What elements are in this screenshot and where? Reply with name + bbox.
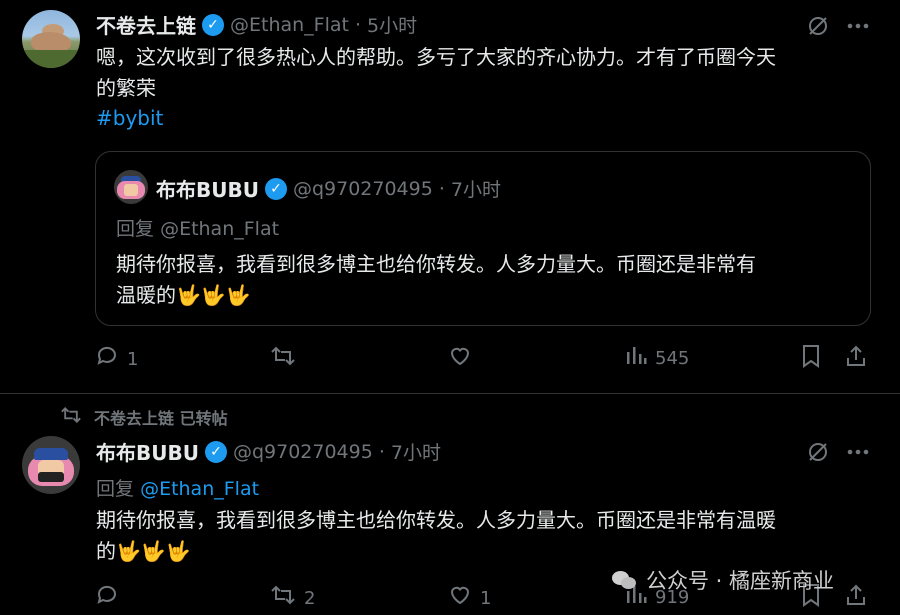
repost-icon [270, 583, 296, 613]
watermark-text: 公众号 · 橘座新商业 [646, 569, 835, 593]
tweet-text-line: 的🤟🤟🤟 [96, 539, 191, 563]
reply-button[interactable] [95, 583, 127, 613]
avatar[interactable] [22, 10, 80, 68]
like-button[interactable] [448, 344, 480, 374]
divider [0, 393, 900, 394]
hashtag-link[interactable]: #bybit [96, 106, 163, 130]
author-handle[interactable]: @q970270495 [233, 441, 373, 463]
author-name[interactable]: 布布BUBU [96, 437, 199, 466]
tweet-text: 期待你报喜，我看到很多博主也给你转发。人多力量大。币圈还是非常有温暖 的🤟🤟🤟 [96, 505, 776, 567]
separator-dot: · [354, 13, 362, 36]
wechat-icon [612, 569, 638, 591]
like-count: 1 [480, 587, 492, 609]
repost-icon [270, 344, 296, 374]
quoted-text: 期待你报喜，我看到很多博主也给你转发。人多力量大。币圈还是非常有 温暖的🤟🤟🤟 [116, 249, 756, 311]
retweet-banner-text: 不卷去上链 已转帖 [94, 409, 228, 428]
reply-prefix: 回复 [116, 218, 155, 240]
separator-dot: · [378, 440, 385, 463]
grok-icon[interactable] [802, 10, 834, 42]
retweet-banner[interactable]: 不卷去上链 已转帖 [60, 405, 228, 429]
tweet-actions: 1 545 [95, 344, 870, 376]
verified-badge-icon: ✓ [202, 13, 224, 36]
quoted-text-line: 期待你报喜，我看到很多博主也给你转发。人多力量大。币圈还是非常有 [116, 252, 756, 276]
author-name[interactable]: 不卷去上链 [96, 10, 196, 39]
author-handle[interactable]: @Ethan_Flat [230, 14, 349, 36]
tweet-header: 不卷去上链 ✓ @Ethan_Flat · 5小时 [96, 10, 417, 39]
more-icon[interactable] [842, 10, 874, 42]
share-button[interactable] [845, 344, 867, 374]
views-count: 545 [655, 347, 690, 369]
reply-to: 回复 @Ethan_Flat [96, 474, 259, 501]
bookmark-button[interactable] [800, 344, 822, 374]
verified-badge-icon: ✓ [204, 440, 227, 463]
repost-button[interactable]: 2 [270, 583, 315, 613]
views-button[interactable]: 545 [625, 344, 689, 372]
tweet-text-line: 的繁荣 [96, 76, 156, 100]
repost-button[interactable] [270, 344, 304, 374]
reply-prefix: 回复 [96, 478, 135, 500]
tweet-text-line: 嗯，这次收到了很多热心人的帮助。多亏了大家的齐心协力。才有了币圈今天 [96, 45, 776, 69]
quoted-avatar[interactable] [114, 170, 148, 204]
timestamp[interactable]: 7小时 [391, 438, 441, 465]
share-icon [845, 344, 867, 374]
share-button[interactable] [845, 583, 867, 613]
more-icon[interactable] [842, 436, 874, 468]
quoted-reply-to: 回复 @Ethan_Flat [116, 214, 279, 241]
watermark: 公众号 · 橘座新商业 [612, 565, 834, 595]
bookmark-icon [800, 344, 822, 374]
repost-count: 2 [304, 587, 316, 609]
reply-mention: @Ethan_Flat [160, 218, 280, 240]
reply-button[interactable]: 1 [95, 344, 138, 374]
views-icon [625, 344, 647, 372]
quoted-author-handle: @q970270495 [292, 177, 433, 200]
tweet-header: 布布BUBU ✓ @q970270495 · 7小时 [96, 437, 441, 466]
timestamp[interactable]: 5小时 [367, 11, 417, 38]
like-icon [448, 583, 472, 613]
reply-mention[interactable]: @Ethan_Flat [140, 478, 259, 500]
share-icon [845, 583, 867, 613]
separator-dot: · [438, 177, 445, 200]
reply-count: 1 [127, 348, 139, 370]
like-button[interactable]: 1 [448, 583, 491, 613]
quoted-author-name: 布布BUBU [156, 178, 259, 202]
like-icon [448, 344, 472, 374]
quoted-tweet[interactable]: 布布BUBU ✓ @q970270495 · 7小时 回复 @Ethan_Fla… [95, 151, 871, 326]
quoted-header: 布布BUBU ✓ @q970270495 · 7小时 [156, 174, 501, 203]
tweet-1[interactable]: 不卷去上链 ✓ @Ethan_Flat · 5小时 嗯，这次收到了很多热心人的帮… [0, 0, 900, 393]
avatar[interactable] [22, 436, 80, 494]
quoted-timestamp: 7小时 [450, 179, 501, 201]
repost-icon [60, 405, 82, 429]
grok-icon[interactable] [802, 436, 834, 468]
reply-icon [95, 583, 119, 613]
tweet-text: 嗯，这次收到了很多热心人的帮助。多亏了大家的齐心协力。才有了币圈今天 的繁荣 [96, 42, 776, 104]
tweet-text-line: 期待你报喜，我看到很多博主也给你转发。人多力量大。币圈还是非常有温暖 [96, 508, 776, 532]
reply-icon [95, 344, 119, 374]
quoted-text-line: 温暖的🤟🤟🤟 [116, 283, 251, 307]
verified-badge-icon: ✓ [264, 177, 287, 200]
